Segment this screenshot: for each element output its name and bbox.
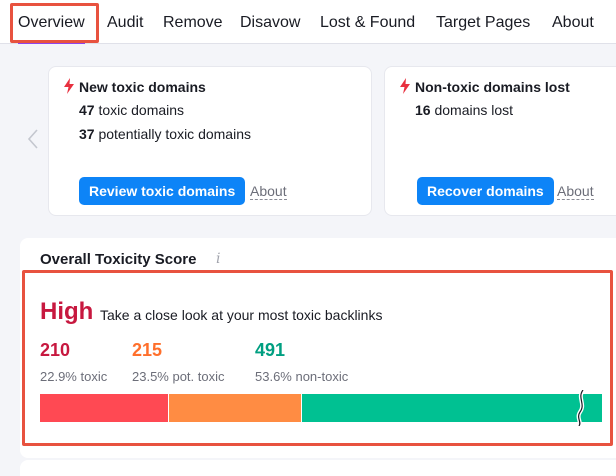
recover-domains-button[interactable]: Recover domains <box>417 177 554 205</box>
tab-target-pages[interactable]: Target Pages <box>436 0 530 44</box>
potentially-toxic-domains-count: 37 potentially toxic domains <box>79 126 251 142</box>
tab-about[interactable]: About <box>552 0 594 44</box>
toxic-domains-count: 47 toxic domains <box>79 102 185 118</box>
review-toxic-domains-button[interactable]: Review toxic domains <box>79 177 246 205</box>
domains-lost-count: 16 domains lost <box>415 102 514 118</box>
non-toxic-segment <box>300 394 602 422</box>
top-navigation: Overview Audit Remove Disavow Lost & Fou… <box>0 0 616 44</box>
chevron-left-icon[interactable] <box>24 128 42 156</box>
toxic-caption: 22.9% toxic <box>40 369 108 384</box>
new-toxic-domains-card: New toxic domains 47 toxic domains 37 po… <box>48 66 372 216</box>
toxicity-level: High <box>40 298 94 325</box>
tab-audit[interactable]: Audit <box>107 0 143 44</box>
tab-lost-and-found[interactable]: Lost & Found <box>320 0 415 44</box>
tab-overview[interactable]: Overview <box>18 0 85 44</box>
lightning-bolt-icon <box>64 78 74 94</box>
about-link[interactable]: About <box>250 183 287 200</box>
pot-toxic-segment <box>168 394 301 422</box>
card-title: New toxic domains <box>79 79 206 95</box>
panel-title: Overall Toxicity Score <box>40 251 197 268</box>
pot-toxic-caption: 23.5% pot. toxic <box>132 369 225 384</box>
non-toxic-count: 491 <box>255 340 286 360</box>
overall-toxicity-panel: Overall Toxicity Score i High Take a clo… <box>20 238 616 458</box>
toxic-count: 210 <box>40 340 71 360</box>
toxicity-description: Take a close look at your most toxic bac… <box>100 307 383 323</box>
tab-remove[interactable]: Remove <box>163 0 223 44</box>
card-title: Non-toxic domains lost <box>415 79 570 95</box>
lightning-bolt-icon <box>400 78 410 94</box>
toxicity-distribution-bar <box>40 394 602 422</box>
truncation-break-icon <box>576 390 585 426</box>
pot-toxic-count: 215 <box>132 340 163 360</box>
non-toxic-domains-lost-card: Non-toxic domains lost 16 domains lost R… <box>384 66 616 216</box>
next-card <box>20 460 616 476</box>
info-icon[interactable]: i <box>216 251 220 267</box>
non-toxic-caption: 53.6% non-toxic <box>255 369 349 384</box>
about-link[interactable]: About <box>557 183 594 200</box>
toxic-segment <box>40 394 169 422</box>
tab-disavow[interactable]: Disavow <box>240 0 300 44</box>
